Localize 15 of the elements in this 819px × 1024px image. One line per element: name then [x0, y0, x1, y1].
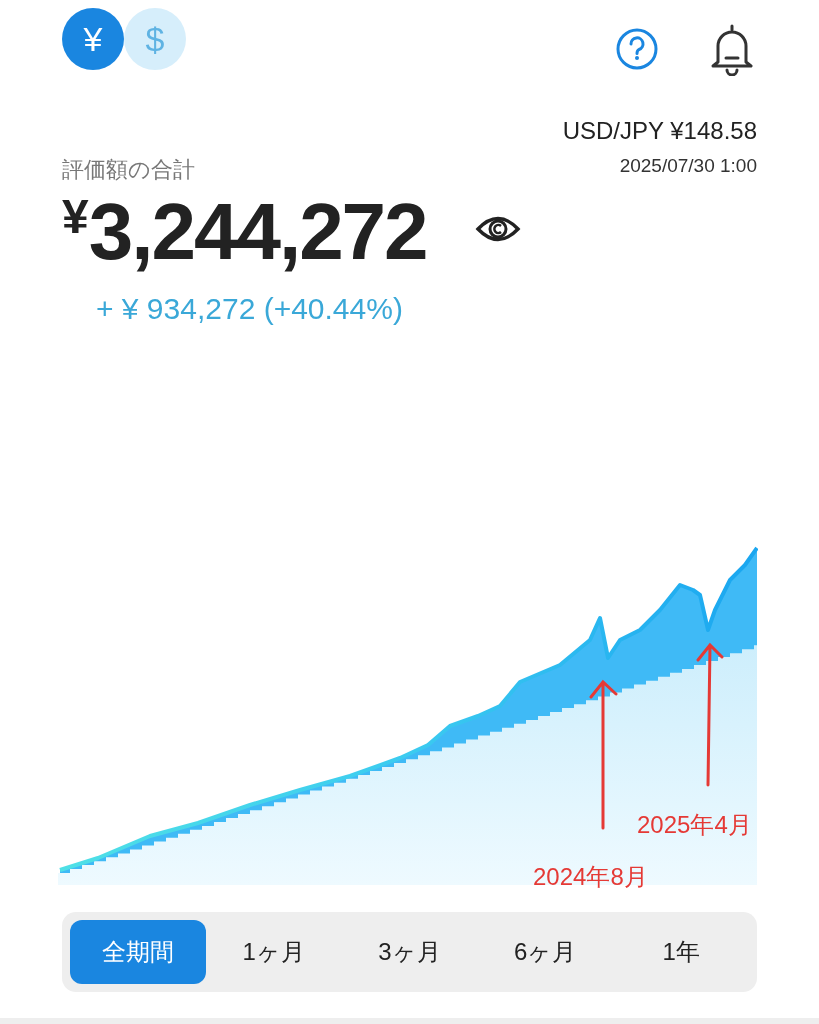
total-label: 評価額の合計	[62, 156, 196, 184]
period-tab[interactable]: 1年	[613, 920, 749, 984]
total-value: $^{¥}$3,244,272	[62, 192, 427, 272]
annotation-text: 2024年8月	[533, 864, 648, 891]
period-tab[interactable]: 全期間	[70, 920, 206, 984]
gain-text: + ¥ 934,272 (+40.44%)	[96, 291, 404, 327]
eye-icon[interactable]	[474, 214, 521, 244]
exchange-rate: USD/JPY ¥148.58	[562, 117, 757, 146]
period-tab[interactable]: 3ヶ月	[341, 920, 478, 984]
help-icon[interactable]	[615, 27, 659, 71]
period-tab[interactable]: 1ヶ月	[205, 920, 342, 984]
rate-timestamp: 2025/07/30 1:00	[618, 153, 757, 178]
annotation-text: 2025年4月	[637, 812, 752, 839]
period-tab[interactable]: 6ヶ月	[477, 920, 614, 984]
currency-toggle[interactable]: ¥	[62, 8, 124, 70]
